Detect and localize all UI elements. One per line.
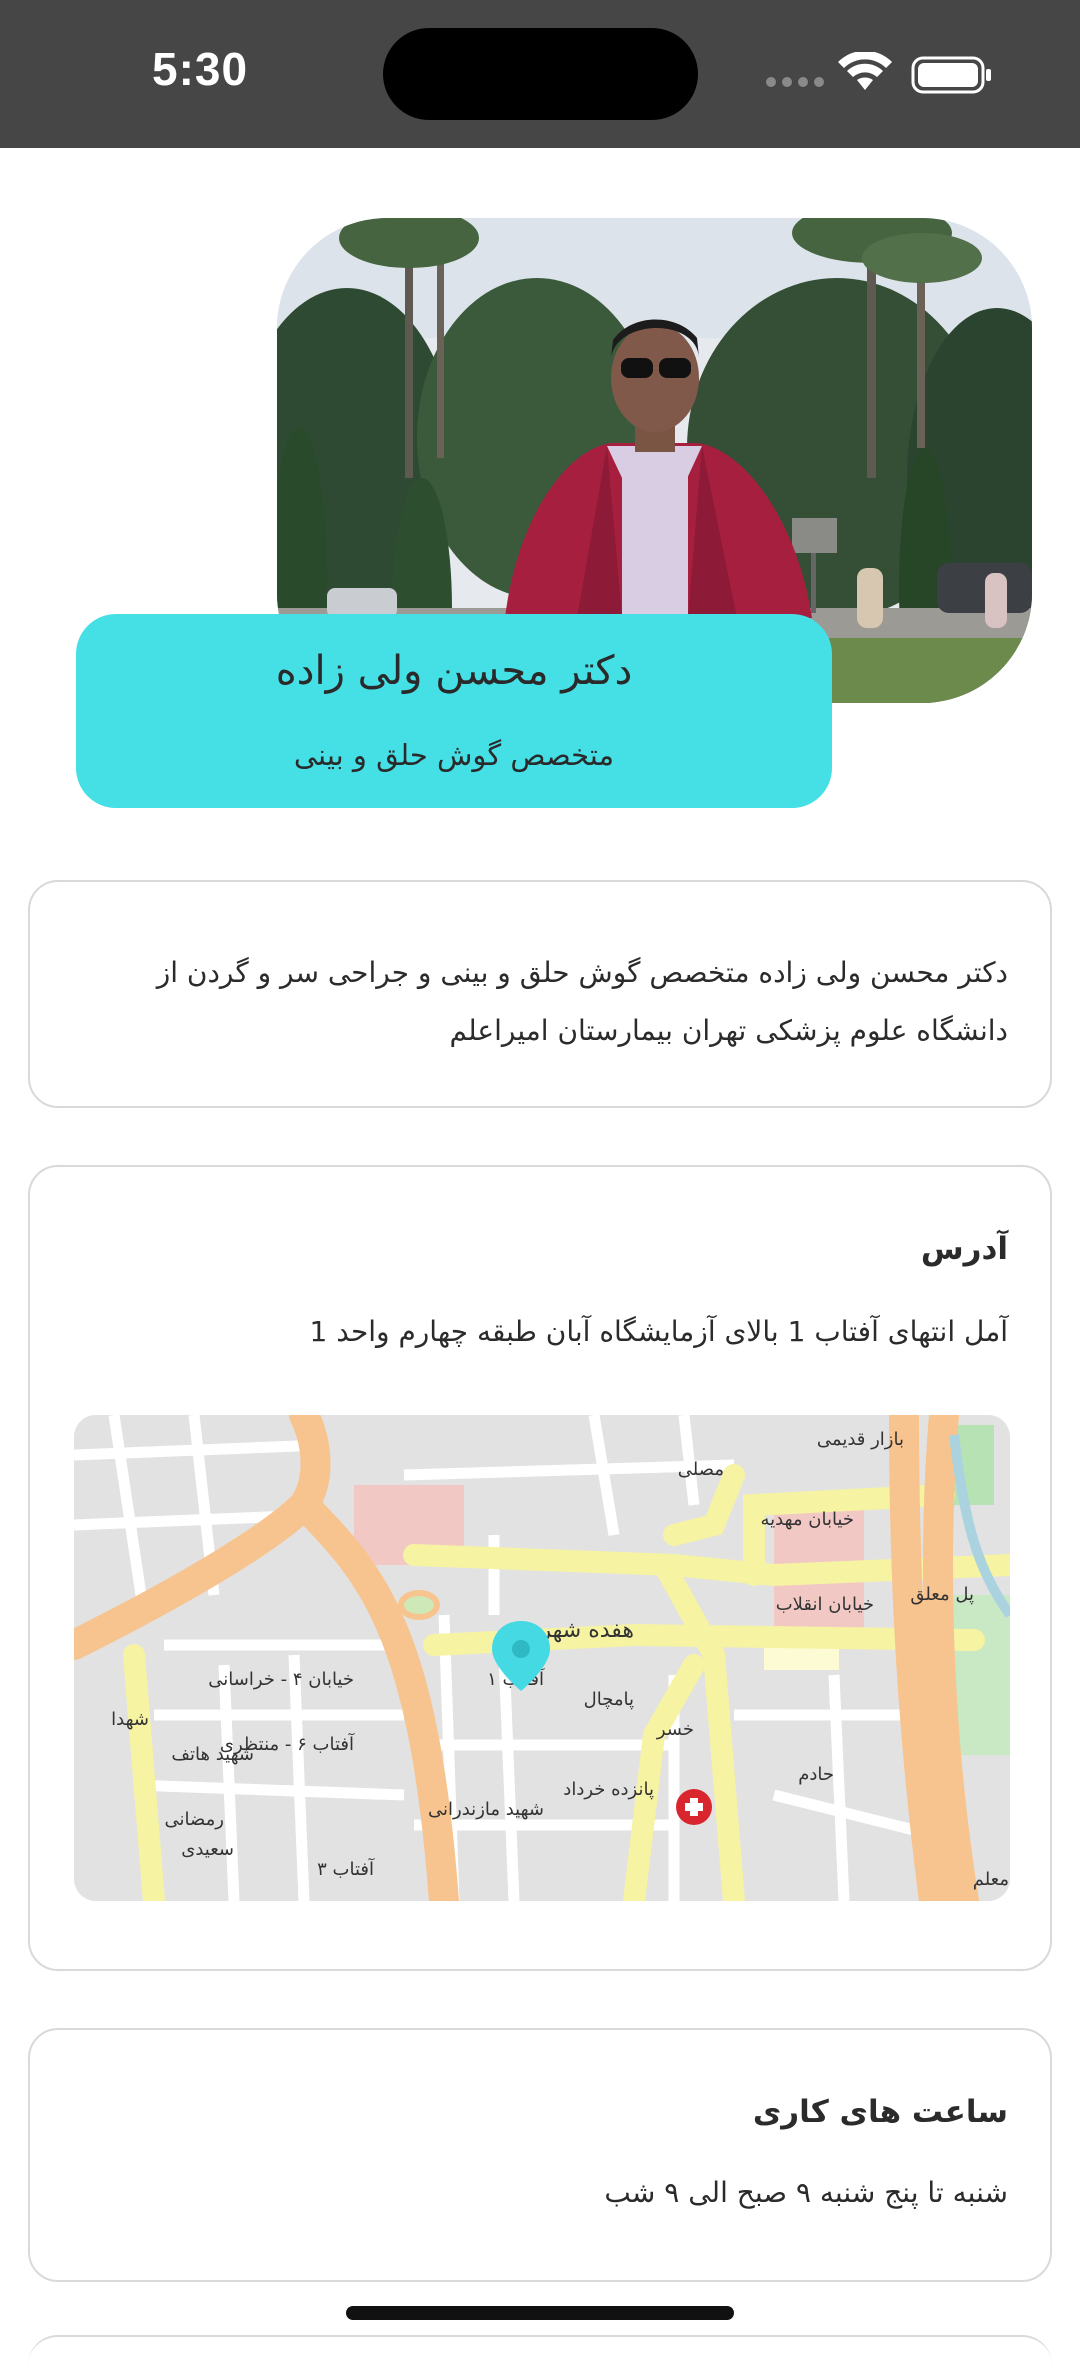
doctor-name-card: دکتر محسن ولی زاده متخصص گوش حلق و بینی — [76, 614, 832, 808]
battery-icon — [911, 56, 991, 94]
map-label: معلم — [973, 1869, 1009, 1890]
dynamic-island — [383, 28, 698, 120]
location-map[interactable]: هفده شهریور خیابان مهدیه خیابان انقلاب پ… — [74, 1415, 1010, 1901]
map-label: آفتاب ۳ — [317, 1857, 375, 1880]
map-label: مصلی — [678, 1459, 724, 1480]
map-label: خیابان مهدیه — [760, 1509, 854, 1530]
map-label: پانزده خرداد — [563, 1779, 654, 1800]
map-label: سعیدی — [181, 1839, 234, 1860]
address-title: آدرس — [920, 1231, 1008, 1267]
map-label: رمضانی — [165, 1809, 224, 1830]
working-hours-card: ساعت های کاری شنبه تا پنج شنبه ۹ صبح الی… — [28, 2028, 1052, 2282]
status-time: 5:30 — [152, 43, 249, 95]
map-label: خیابان ۴ - خراسانی — [208, 1669, 354, 1690]
working-hours-text: شنبه تا پنج شنبه ۹ صبح الی ۹ شب — [604, 2176, 1008, 2209]
status-bar: 5:30 — [0, 0, 1080, 148]
next-card-edge — [28, 2335, 1052, 2365]
signal-dots-icon — [766, 77, 824, 87]
doctor-specialty: متخصص گوش حلق و بینی — [293, 738, 615, 772]
map-label: شهید هاتف — [171, 1744, 254, 1765]
status-icons — [766, 52, 991, 94]
home-indicator[interactable] — [346, 2306, 734, 2320]
map-label: پل معلق — [910, 1584, 974, 1605]
map-label: شهید مازندرانی — [428, 1799, 544, 1820]
address-card: آدرس آمل انتهای آفتاب 1 بالای آزمایشگاه … — [28, 1165, 1052, 1971]
map-label: خیابان انقلاب — [776, 1594, 874, 1615]
map-label: حادم — [798, 1764, 834, 1785]
map-label: شهدا — [111, 1709, 149, 1730]
map-label: خسر — [656, 1719, 694, 1740]
bio-card: دکتر محسن ولی زاده متخصص گوش حلق و بینی … — [28, 880, 1052, 1108]
wifi-icon — [838, 52, 892, 90]
map-label: پامچال — [584, 1689, 634, 1710]
doctor-name: دکتر محسن ولی زاده — [275, 648, 633, 694]
address-text: آمل انتهای آفتاب 1 بالای آزمایشگاه آبان … — [309, 1315, 1008, 1348]
hospital-icon — [676, 1789, 712, 1825]
map-label: بازار قدیمی — [817, 1429, 904, 1450]
working-hours-title: ساعت های کاری — [752, 2094, 1008, 2130]
bio-text: دکتر محسن ولی زاده متخصص گوش حلق و بینی … — [156, 956, 1008, 1047]
